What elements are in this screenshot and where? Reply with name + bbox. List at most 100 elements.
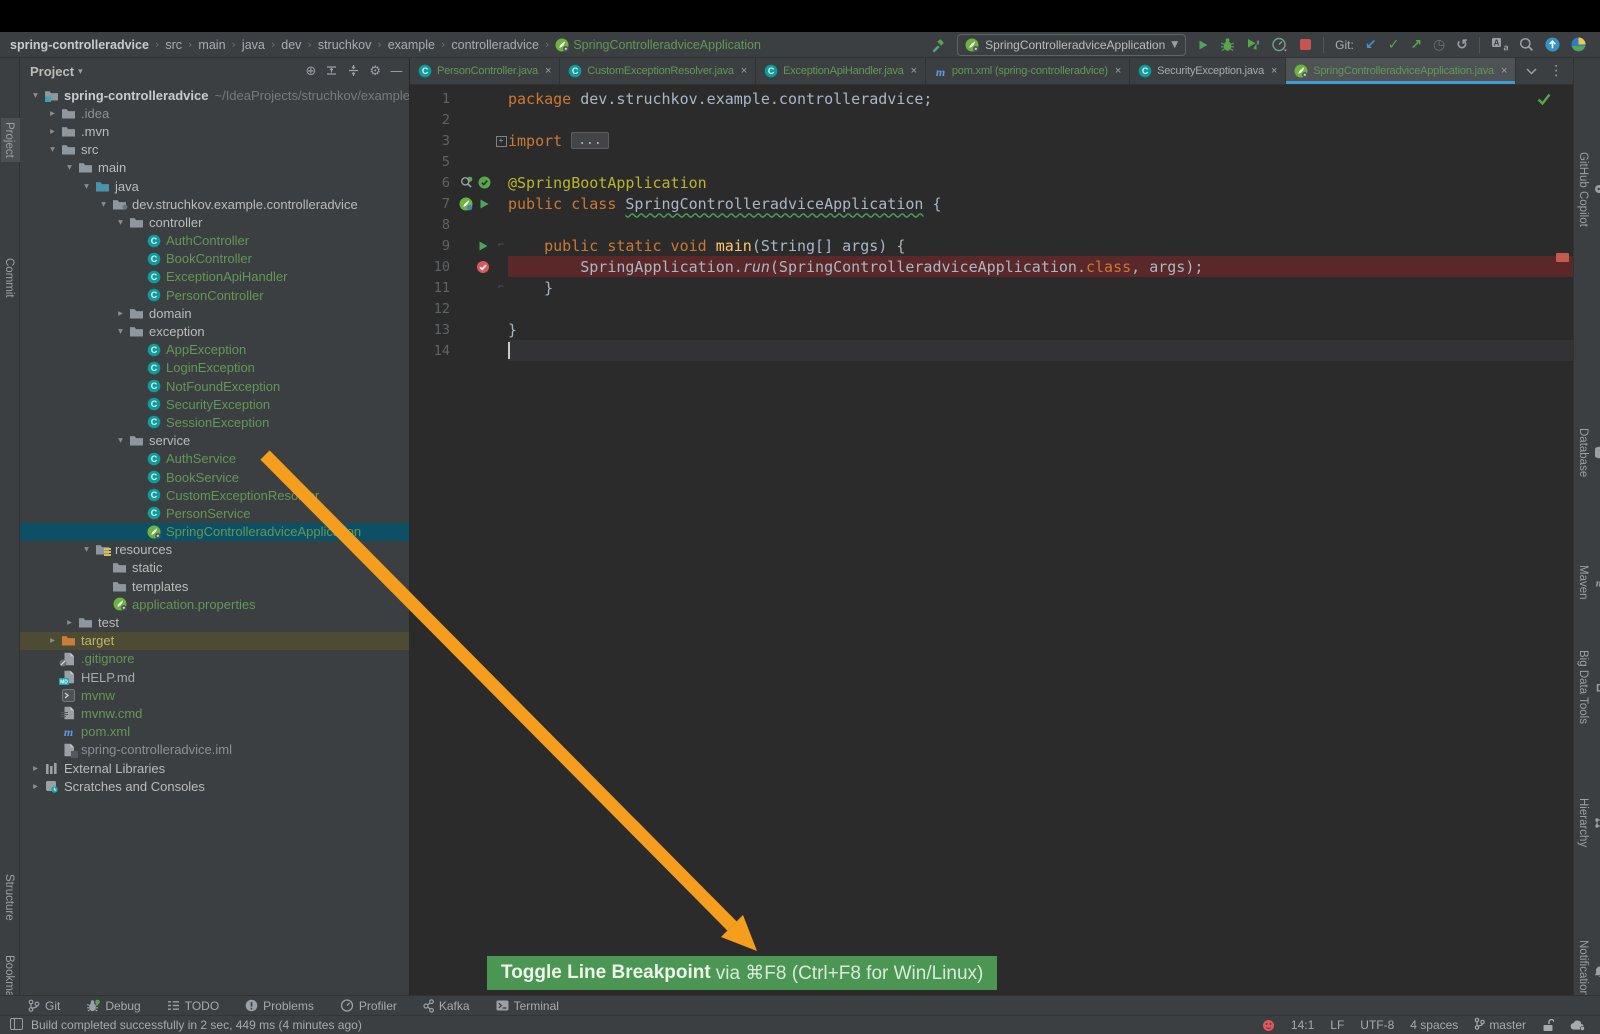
- chevron-down-icon[interactable]: ▾: [113, 326, 128, 337]
- tree-item[interactable]: CSessionException: [20, 413, 409, 431]
- expand-all-icon[interactable]: [325, 64, 338, 80]
- chevron-down-icon[interactable]: ▾: [113, 217, 128, 228]
- line-number[interactable]: 2: [410, 112, 458, 128]
- line-ending[interactable]: LF: [1330, 1018, 1344, 1032]
- chevron-down-icon[interactable]: ▾: [28, 90, 43, 101]
- tree-item[interactable]: ▾src: [20, 141, 409, 159]
- tab-close-icon[interactable]: ×: [545, 65, 551, 77]
- stripe-github-copilot[interactable]: GitHub Copilot: [1575, 148, 1600, 231]
- tree-item[interactable]: ▾resources: [20, 541, 409, 559]
- chevron-down-icon[interactable]: ▾: [96, 199, 111, 210]
- tree-item[interactable]: CExceptionApiHandler: [20, 268, 409, 286]
- breadcrumb-item[interactable]: controlleradvice: [451, 38, 539, 52]
- ide-update-button[interactable]: [1545, 37, 1560, 52]
- inspections-ok-icon[interactable]: [1537, 91, 1551, 109]
- hide-panel-icon[interactable]: —: [390, 64, 403, 79]
- indent-setting[interactable]: 4 spaces: [1410, 1018, 1458, 1032]
- tree-item[interactable]: templates: [20, 577, 409, 595]
- tree-item[interactable]: CAuthService: [20, 450, 409, 468]
- toolwindow-button-git[interactable]: Git: [28, 999, 60, 1013]
- tree-item[interactable]: ▾dev.struchkov.example.controlleradvice: [20, 195, 409, 213]
- git-branch-widget[interactable]: master: [1474, 1017, 1526, 1033]
- line-number[interactable]: 9: [410, 238, 458, 254]
- tree-item[interactable]: spring-controlleradvice.iml: [20, 741, 409, 759]
- search-everywhere-button[interactable]: [1519, 37, 1534, 52]
- breadcrumb-item[interactable]: java: [242, 38, 265, 52]
- editor-tab[interactable]: CCustomExceptionResolver.java×: [560, 58, 756, 84]
- line-number[interactable]: 12: [410, 301, 458, 317]
- stripe-hierarchy[interactable]: Hierarchy: [1575, 794, 1600, 851]
- code-line[interactable]: 5: [410, 151, 1573, 172]
- line-number[interactable]: 8: [410, 217, 458, 233]
- breadcrumb-item[interactable]: spring-controlleradvice: [10, 38, 149, 52]
- tree-item[interactable]: ▸target: [20, 632, 409, 650]
- chevron-down-icon[interactable]: ▾: [62, 162, 77, 173]
- tree-item[interactable]: CSecurityException: [20, 395, 409, 413]
- toolwindow-button-terminal[interactable]: Terminal: [496, 999, 559, 1013]
- tree-item[interactable]: mpom.xml: [20, 723, 409, 741]
- chevron-right-icon[interactable]: ▸: [45, 126, 60, 137]
- tree-item[interactable]: CLoginException: [20, 359, 409, 377]
- breadcrumb-item[interactable]: example: [388, 38, 435, 52]
- code-line[interactable]: 1package dev.struchkov.example.controlle…: [410, 88, 1573, 109]
- git-commit-button[interactable]: ✓: [1388, 38, 1400, 52]
- fold-marker[interactable]: ⌐: [494, 282, 508, 293]
- breadcrumb-item[interactable]: struchkov: [318, 38, 372, 52]
- code-line[interactable]: 2: [410, 109, 1573, 130]
- chevron-down-icon[interactable]: ▾: [45, 144, 60, 155]
- tree-item[interactable]: ▸domain: [20, 304, 409, 322]
- error-stripe-mark[interactable]: [1556, 253, 1569, 262]
- line-number[interactable]: 6: [410, 175, 458, 191]
- tree-item[interactable]: ▾controller: [20, 213, 409, 231]
- caret-position[interactable]: 14:1: [1291, 1018, 1314, 1032]
- coverage-button[interactable]: [1246, 37, 1261, 52]
- tree-item[interactable]: ▸test: [20, 613, 409, 631]
- git-update-button[interactable]: ↙: [1365, 38, 1377, 52]
- git-history-button[interactable]: ◷: [1433, 38, 1445, 52]
- editor-tab[interactable]: CPersonController.java×: [410, 58, 560, 84]
- fold-expand-icon[interactable]: +: [496, 136, 507, 147]
- tree-item[interactable]: mvnw: [20, 686, 409, 704]
- tree-item[interactable]: ▸Scratches and Consoles: [20, 777, 409, 795]
- tree-item[interactable]: CPersonController: [20, 286, 409, 304]
- tree-item[interactable]: static: [20, 559, 409, 577]
- toolwindow-button-profiler[interactable]: Profiler: [340, 999, 397, 1013]
- stop-button[interactable]: [1299, 38, 1312, 51]
- tree-item[interactable]: CBookService: [20, 468, 409, 486]
- fold-marker[interactable]: ⌐: [494, 240, 508, 251]
- line-number[interactable]: 7: [410, 196, 458, 212]
- code-line[interactable]: 10 SpringApplication.run(SpringControlle…: [410, 256, 1573, 277]
- code-line[interactable]: 13}: [410, 319, 1573, 340]
- code-line[interactable]: 14: [410, 340, 1573, 361]
- file-encoding[interactable]: UTF-8: [1360, 1018, 1394, 1032]
- git-push-button[interactable]: ↗: [1410, 38, 1422, 52]
- collapse-all-icon[interactable]: [347, 64, 360, 80]
- editor-tab[interactable]: CSecurityException.java×: [1130, 58, 1286, 84]
- tree-item[interactable]: CAppException: [20, 341, 409, 359]
- tree-item[interactable]: CCustomExceptionResolver: [20, 486, 409, 504]
- chevron-down-icon[interactable]: ▾: [113, 435, 128, 446]
- stripe-database[interactable]: Database: [1575, 424, 1600, 481]
- chevron-down-icon[interactable]: ▾: [79, 544, 94, 555]
- tab-close-icon[interactable]: ×: [1115, 65, 1121, 77]
- chevron-right-icon[interactable]: ▸: [62, 617, 77, 628]
- profiler-button[interactable]: [1272, 37, 1288, 52]
- layout-icon[interactable]: [10, 1018, 23, 1033]
- chevron-right-icon[interactable]: ▸: [28, 763, 43, 774]
- settings-gear-icon[interactable]: ⚙: [369, 64, 381, 79]
- code-editor[interactable]: 1package dev.struchkov.example.controlle…: [410, 85, 1573, 995]
- code-line[interactable]: 11⌐ }: [410, 277, 1573, 298]
- stripe-maven[interactable]: mMaven: [1575, 561, 1600, 604]
- breadcrumb-item[interactable]: src: [165, 38, 182, 52]
- tree-item[interactable]: ▾exception: [20, 322, 409, 340]
- stripe-big-data-tools[interactable]: DBig Data Tools: [1575, 646, 1600, 728]
- editor-tab[interactable]: CExceptionApiHandler.java×: [756, 58, 926, 84]
- tree-item[interactable]: CBookController: [20, 250, 409, 268]
- tab-close-icon[interactable]: ×: [911, 65, 917, 77]
- toolwindow-button-todo[interactable]: TODO: [167, 999, 219, 1013]
- toolwindow-button-problems[interactable]: Problems: [245, 999, 314, 1013]
- run-config-selector[interactable]: SpringControlleradviceApplication▼: [957, 34, 1186, 56]
- toolwindow-button-debug[interactable]: Debug: [86, 999, 140, 1013]
- chevron-right-icon[interactable]: ▸: [45, 635, 60, 646]
- chevron-right-icon[interactable]: ▸: [28, 781, 43, 792]
